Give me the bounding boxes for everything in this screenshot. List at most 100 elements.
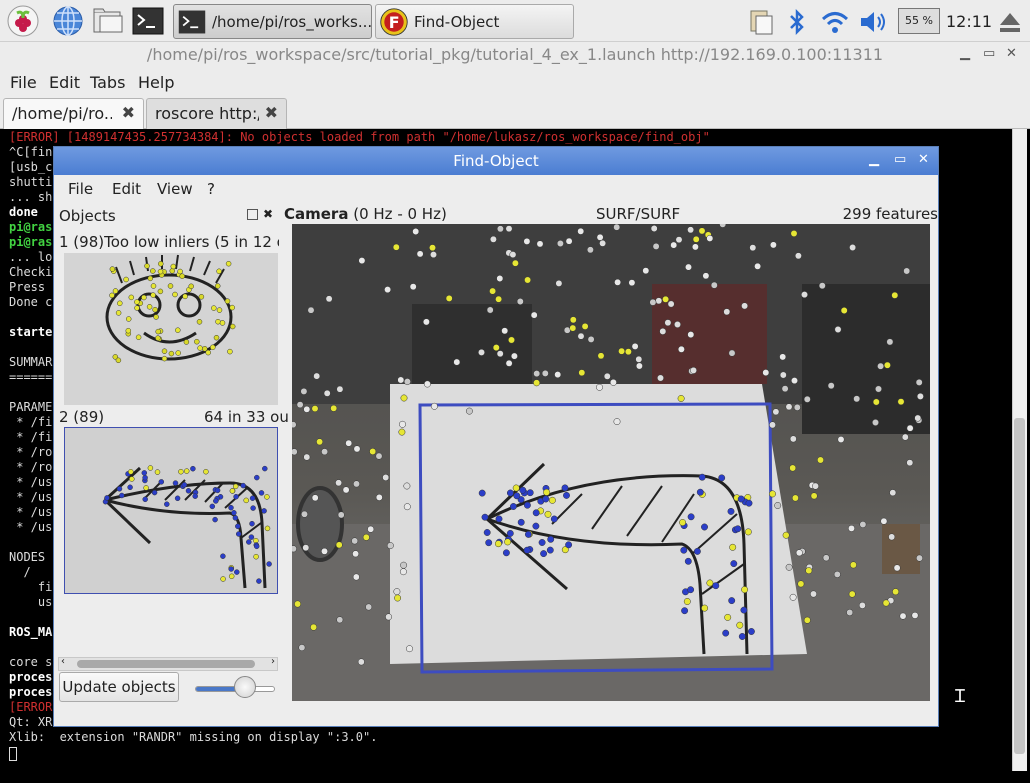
feature-point <box>129 476 135 482</box>
tab-terminal-2[interactable]: roscore http:/... ✖ <box>146 98 287 129</box>
find-object-titlebar[interactable]: Find-Object ▁ ▭ ✕ <box>54 147 938 175</box>
eject-icon[interactable] <box>996 8 1024 36</box>
scroll-right-icon[interactable]: › <box>271 656 275 667</box>
feature-point <box>253 543 260 550</box>
file-manager-icon[interactable] <box>91 4 125 38</box>
menu-help[interactable]: Help <box>138 73 174 92</box>
task-terminal[interactable]: /home/pi/ros_works... <box>173 4 372 39</box>
menu-file[interactable]: File <box>10 73 37 92</box>
feature-point <box>409 283 417 291</box>
feature-point <box>803 616 811 624</box>
feature-point <box>264 525 271 532</box>
close-icon[interactable]: ✕ <box>918 152 929 167</box>
update-objects-button[interactable]: Update objects <box>59 672 179 702</box>
terminal-line: * /ro <box>9 460 53 474</box>
feature-point <box>144 263 150 269</box>
scroll-left-icon[interactable]: ‹ <box>61 656 65 667</box>
feature-point <box>266 561 272 567</box>
wifi-icon[interactable] <box>820 8 850 36</box>
feature-point <box>301 510 308 518</box>
task-find-object[interactable]: F Find-Object <box>375 4 574 39</box>
terminal-line: ====== <box>9 370 53 384</box>
menu-help[interactable]: ? <box>207 180 215 198</box>
feature-point <box>128 469 134 475</box>
feature-point <box>737 495 745 503</box>
feature-point <box>569 324 577 332</box>
feature-point <box>231 510 237 516</box>
feature-point <box>194 338 200 345</box>
feature-point <box>392 243 400 251</box>
feature-point <box>650 225 658 232</box>
clipboard-icon[interactable] <box>746 6 776 36</box>
objects-horizontal-scrollbar[interactable]: ‹ › <box>58 656 278 671</box>
feature-point <box>152 306 158 313</box>
feature-point <box>209 503 216 510</box>
feature-point <box>893 564 901 572</box>
feature-point <box>353 445 361 453</box>
feature-point <box>698 473 706 481</box>
feature-point <box>536 240 544 248</box>
minimize-icon[interactable]: ▁ <box>869 152 879 167</box>
feature-point <box>150 268 156 274</box>
feature-point <box>642 267 650 275</box>
menu-file[interactable]: File <box>68 180 93 198</box>
web-browser-icon[interactable] <box>51 4 85 38</box>
terminal-line: SUMMAR <box>9 355 53 369</box>
feature-point <box>220 553 226 559</box>
feature-point <box>635 362 643 370</box>
terminal-titlebar[interactable]: /home/pi/ros_workspace/src/tutorial_pkg/… <box>0 42 1030 70</box>
feature-point <box>723 308 731 316</box>
feature-point <box>916 554 923 562</box>
close-icon[interactable]: ✕ <box>1006 46 1017 61</box>
bluetooth-icon[interactable] <box>786 8 808 36</box>
terminal-icon[interactable] <box>131 4 165 38</box>
menu-view[interactable]: View <box>157 180 193 198</box>
feature-point <box>901 433 909 441</box>
feature-point <box>496 275 504 282</box>
feature-point <box>235 523 241 530</box>
feature-point <box>550 515 558 523</box>
feature-point <box>357 658 365 666</box>
feature-point <box>712 582 720 590</box>
threshold-slider-handle[interactable] <box>234 676 256 698</box>
terminal-line: ^C[fin <box>9 145 53 159</box>
clock[interactable]: 12:11 <box>946 12 992 31</box>
tab-close-icon[interactable]: ✖ <box>265 103 278 122</box>
float-panel-icon[interactable] <box>247 209 258 220</box>
feature-point <box>667 300 675 308</box>
feature-point <box>596 383 603 391</box>
tab-close-icon[interactable]: ✖ <box>122 103 135 122</box>
close-panel-icon[interactable]: ✖ <box>263 207 273 221</box>
feature-point <box>872 398 880 406</box>
objects-scrollbar-thumb[interactable] <box>77 660 255 668</box>
menu-edit[interactable]: Edit <box>49 73 80 92</box>
menu-edit[interactable]: Edit <box>112 180 141 198</box>
feature-point <box>384 286 392 294</box>
feature-point <box>675 236 683 244</box>
terminal-scrollbar-thumb[interactable] <box>1014 418 1025 754</box>
feature-point <box>210 344 216 351</box>
cpu-monitor-icon[interactable]: 55 % <box>898 8 940 34</box>
feature-point <box>530 311 538 319</box>
feature-point <box>228 573 235 580</box>
raspberry-menu-icon[interactable] <box>6 4 40 38</box>
feature-point <box>769 421 776 429</box>
object-2-thumbnail[interactable] <box>64 427 278 594</box>
maximize-icon[interactable]: ▭ <box>894 152 906 167</box>
feature-point <box>422 318 430 326</box>
object-1-thumbnail[interactable] <box>64 253 278 405</box>
feature-point <box>897 398 905 406</box>
menu-tabs[interactable]: Tabs <box>90 73 125 92</box>
feature-point <box>915 378 923 386</box>
feature-point <box>175 327 181 333</box>
terminal-line: * /fi <box>9 415 53 429</box>
feature-point <box>311 405 319 413</box>
feature-point <box>624 348 632 356</box>
maximize-icon[interactable]: ▭ <box>983 46 995 61</box>
feature-point <box>849 244 857 251</box>
minimize-icon[interactable]: ▁ <box>960 46 970 61</box>
camera-view[interactable] <box>292 224 930 701</box>
tab-terminal-1[interactable]: /home/pi/ro... ✖ <box>3 98 144 129</box>
volume-icon[interactable] <box>858 8 888 36</box>
feature-point <box>803 395 811 403</box>
